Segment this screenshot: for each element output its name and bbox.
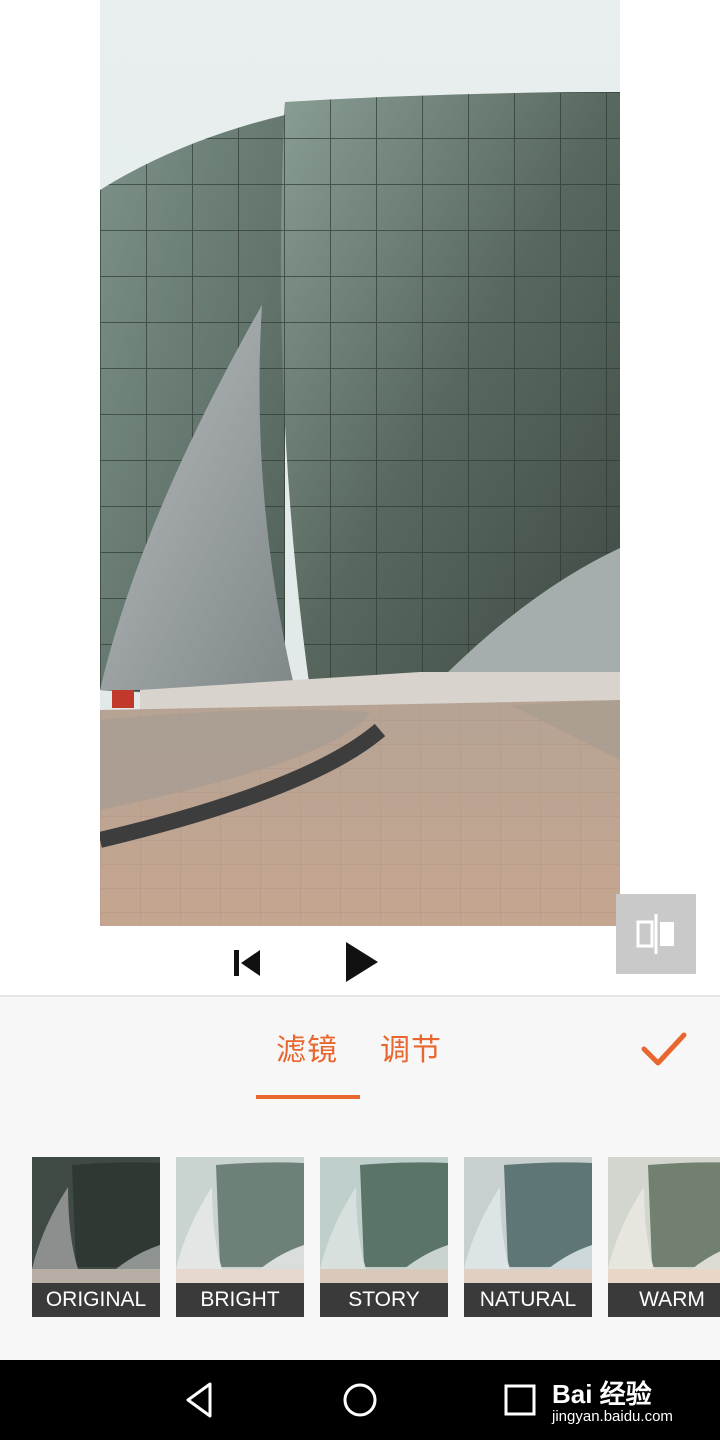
watermark-url: jingyan.baidu.com xyxy=(552,1408,673,1425)
filter-label: ORIGINAL xyxy=(32,1283,160,1317)
filter-label: NATURAL xyxy=(464,1283,592,1317)
filter-thumbnail xyxy=(608,1157,720,1283)
filter-label: WARM xyxy=(608,1283,720,1317)
tab-filter[interactable]: 滤镜 xyxy=(276,1025,338,1069)
check-icon xyxy=(641,1032,687,1066)
active-tab-indicator xyxy=(256,1095,360,1099)
previous-button[interactable] xyxy=(220,938,274,988)
filter-label: BRIGHT xyxy=(176,1283,304,1317)
recent-apps-square-icon xyxy=(504,1384,536,1416)
filter-story[interactable]: STORY xyxy=(320,1157,448,1317)
photo-preview-area xyxy=(0,0,720,995)
baidu-jingyan-watermark: Bai 经验 jingyan.baidu.com xyxy=(552,1374,712,1430)
compare-button[interactable] xyxy=(616,894,696,974)
home-circle-icon xyxy=(343,1383,377,1417)
filter-label: STORY xyxy=(320,1283,448,1317)
tab-adjust[interactable]: 调节 xyxy=(380,1025,442,1069)
nav-recent-button[interactable] xyxy=(496,1376,544,1424)
filter-thumbnail xyxy=(464,1157,592,1283)
editor-panel: 滤镜 调节 ORIGINAL BRIGHT STORY NATURAL WARM xyxy=(0,995,720,1360)
filter-bright[interactable]: BRIGHT xyxy=(176,1157,304,1317)
play-icon xyxy=(346,942,378,982)
filter-thumbnail xyxy=(176,1157,304,1283)
compare-icon xyxy=(636,914,674,954)
filter-thumbnail xyxy=(32,1157,160,1283)
skip-previous-icon xyxy=(234,950,260,976)
nav-home-button[interactable] xyxy=(336,1376,384,1424)
filter-original[interactable]: ORIGINAL xyxy=(32,1157,160,1317)
watermark-brand: Bai 经验 xyxy=(552,1379,652,1409)
play-button[interactable] xyxy=(334,934,388,990)
filter-natural[interactable]: NATURAL xyxy=(464,1157,592,1317)
nav-back-button[interactable] xyxy=(176,1376,224,1424)
filter-warm[interactable]: WARM xyxy=(608,1157,720,1317)
confirm-button[interactable] xyxy=(636,1025,692,1075)
filter-thumbnail xyxy=(320,1157,448,1283)
system-navigation-bar: Bai 经验 jingyan.baidu.com xyxy=(0,1360,720,1440)
photo-preview xyxy=(100,0,620,926)
back-triangle-icon xyxy=(186,1382,212,1418)
